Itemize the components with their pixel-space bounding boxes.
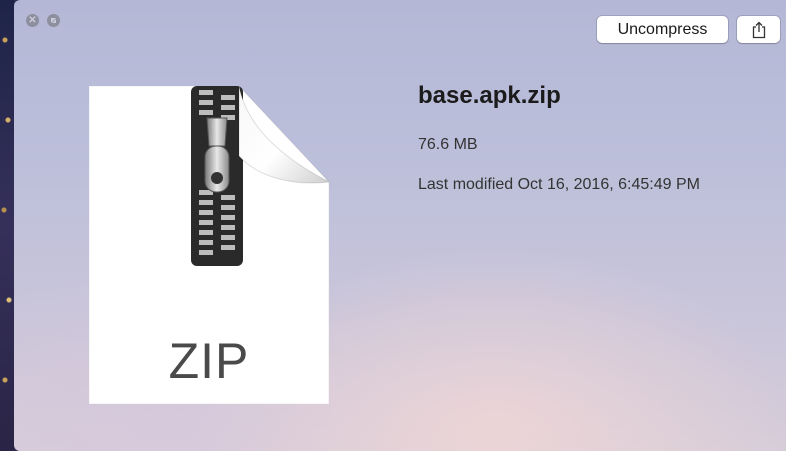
desktop-wallpaper bbox=[0, 0, 14, 451]
share-button[interactable] bbox=[737, 16, 780, 43]
minimize-icon[interactable] bbox=[47, 14, 60, 27]
quick-look-window: ✕ Uncompress ZIP base.apk.zip 76.6 MB La… bbox=[14, 0, 786, 451]
zip-file-icon: ZIP bbox=[88, 85, 331, 405]
window-controls: ✕ bbox=[26, 14, 60, 27]
fullscreen-arrows-icon bbox=[51, 18, 56, 23]
file-size: 76.6 MB bbox=[418, 136, 478, 153]
close-icon[interactable]: ✕ bbox=[26, 14, 39, 27]
file-modified-date: Last modified Oct 16, 2016, 6:45:49 PM bbox=[418, 176, 700, 193]
share-icon bbox=[752, 21, 765, 38]
file-type-label: ZIP bbox=[168, 333, 250, 389]
uncompress-button[interactable]: Uncompress bbox=[597, 16, 728, 43]
toolbar: Uncompress bbox=[597, 16, 780, 43]
file-info: base.apk.zip 76.6 MB Last modified Oct 1… bbox=[418, 82, 700, 193]
file-name: base.apk.zip bbox=[418, 82, 561, 109]
